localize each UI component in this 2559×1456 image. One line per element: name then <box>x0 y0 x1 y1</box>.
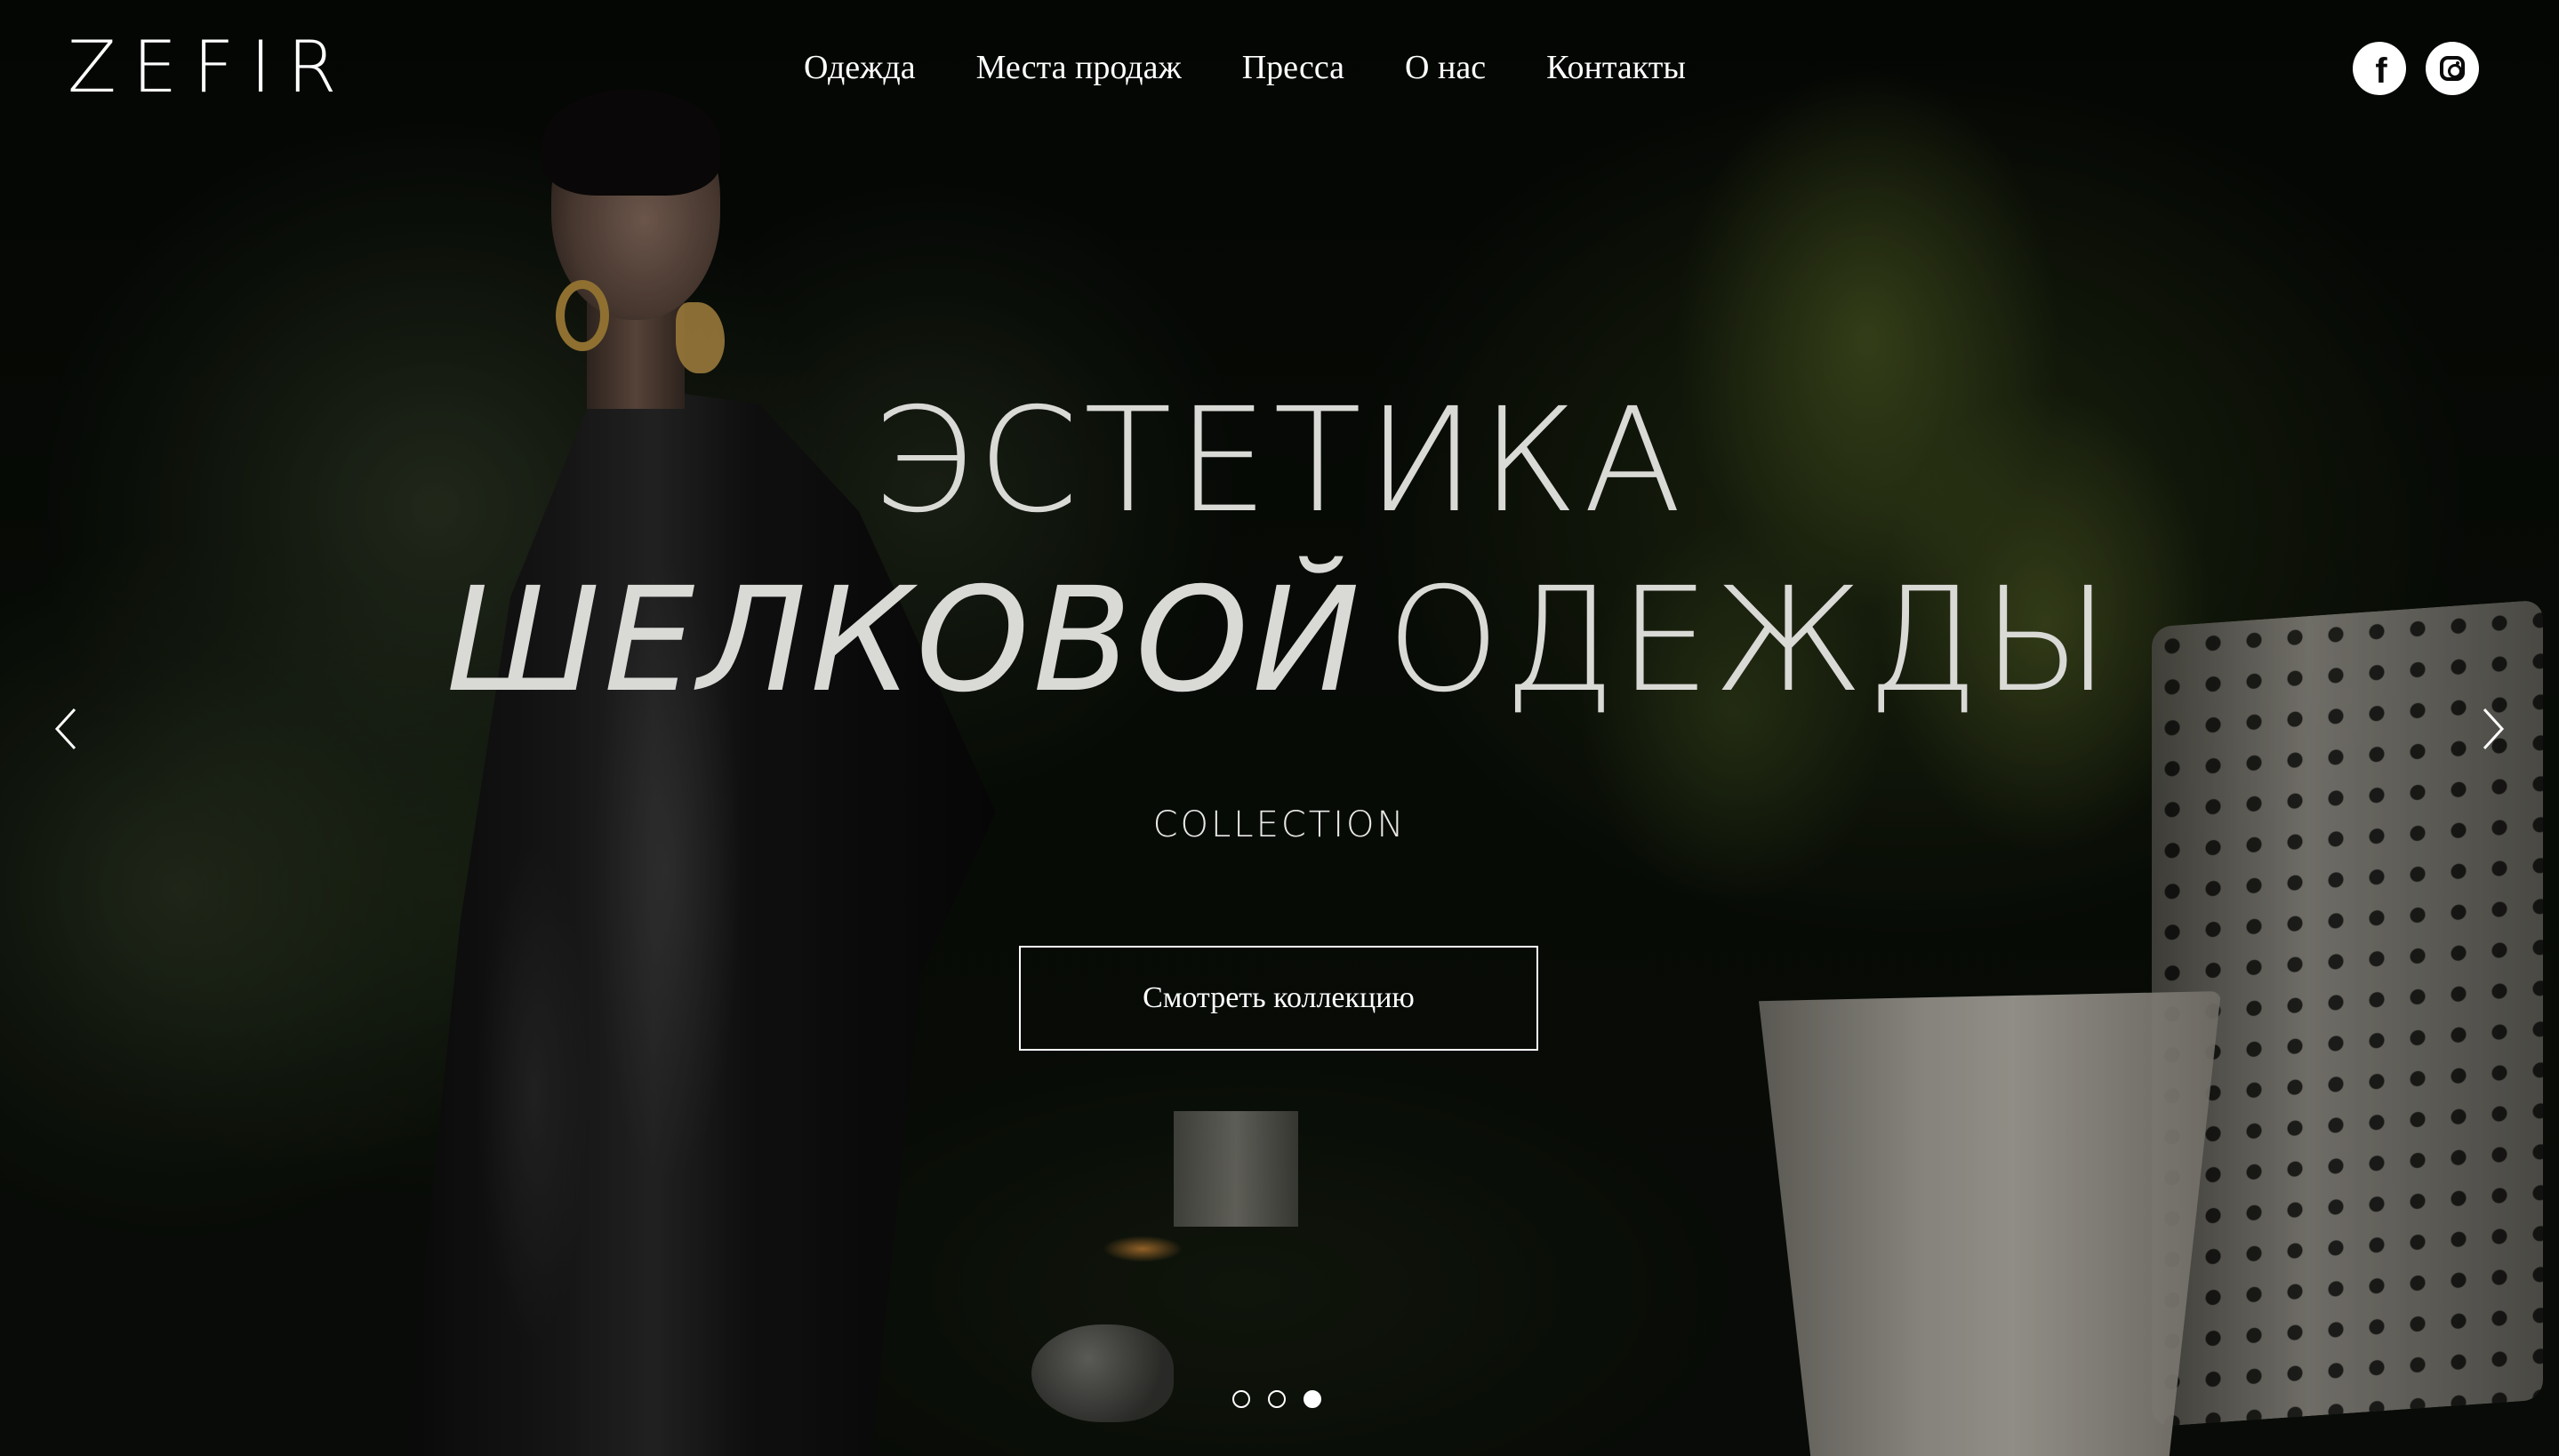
hero-background-image <box>0 0 2559 1456</box>
main-nav: Одежда Места продаж Пресса О нас Контакт… <box>804 44 1686 91</box>
nav-item-clothing[interactable]: Одежда <box>804 44 916 91</box>
nav-item-contacts[interactable]: Контакты <box>1546 44 1686 91</box>
facebook-icon[interactable]: f <box>2353 42 2406 95</box>
hero-title-line-2: ШЕЛКОВОЙ ОДЕЖДЫ <box>0 569 2559 713</box>
page: ZEFIR Одежда Места продаж Пресса О нас К… <box>0 0 2559 1456</box>
hero-subtitle: COLLECTION <box>1152 804 1407 845</box>
carousel-dot-3[interactable] <box>1304 1390 1321 1408</box>
chevron-left-icon[interactable] <box>50 702 85 756</box>
carousel-dot-1[interactable] <box>1232 1390 1250 1408</box>
hero-title-regular: ОДЕЖДЫ <box>1386 557 2114 724</box>
hero-title-italic: ШЕЛКОВОЙ <box>445 557 1364 724</box>
social-links: f <box>2353 42 2479 95</box>
nav-item-stores[interactable]: Места продаж <box>976 44 1182 91</box>
instagram-icon[interactable] <box>2426 42 2479 95</box>
carousel-dot-2[interactable] <box>1268 1390 1286 1408</box>
nav-item-press[interactable]: Пресса <box>1242 44 1344 91</box>
carousel-dots <box>1232 1390 1321 1408</box>
logo[interactable]: ZEFIR <box>68 32 353 103</box>
chevron-right-icon[interactable] <box>2474 702 2509 756</box>
nav-item-about[interactable]: О нас <box>1405 44 1486 91</box>
hero-title-line-1: ЭСТЕТИКА <box>871 378 1688 545</box>
view-collection-button[interactable]: Смотреть коллекцию <box>1019 946 1538 1051</box>
